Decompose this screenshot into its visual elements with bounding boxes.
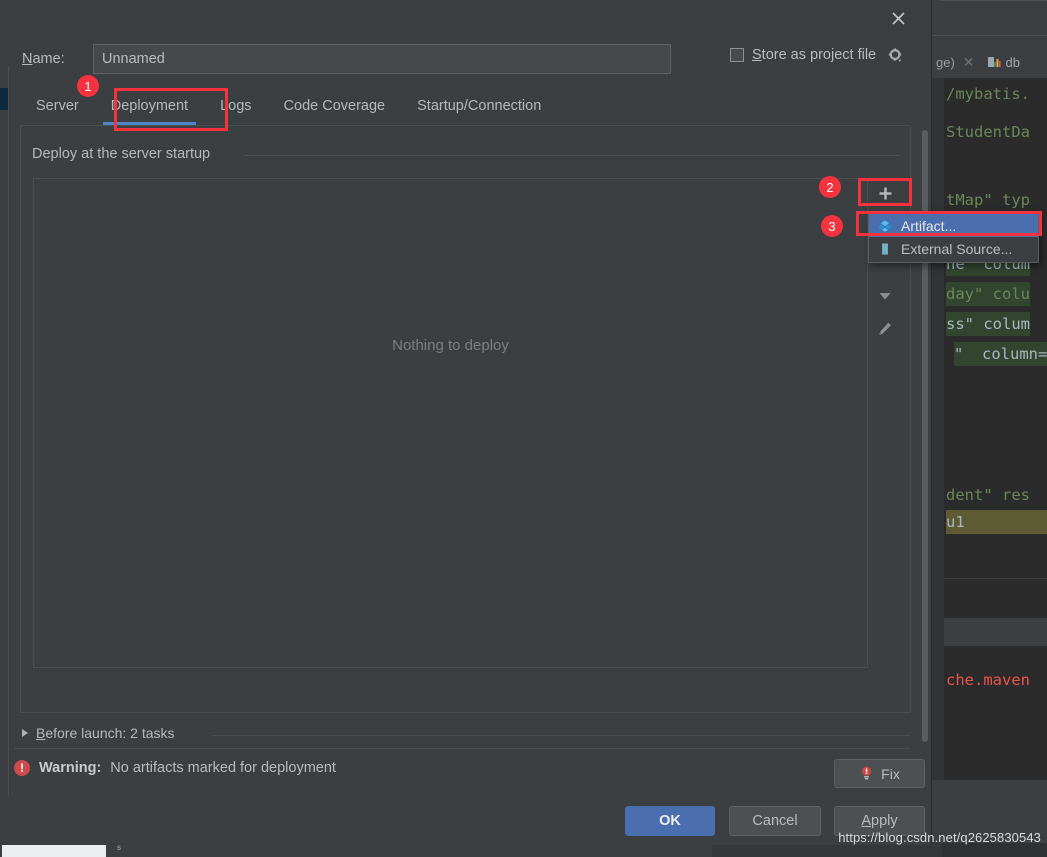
menu-item-label: Artifact...	[901, 217, 957, 234]
empty-state-text: Nothing to deploy	[392, 337, 509, 354]
ok-button[interactable]: OK	[625, 806, 715, 836]
edit-button[interactable]	[868, 316, 902, 342]
ide-db-tab-label[interactable]: db	[1006, 55, 1020, 70]
code-line: day" colu	[946, 282, 1030, 306]
section-title: Deploy at the server startup	[32, 146, 219, 162]
close-icon[interactable]: ✕	[963, 54, 975, 71]
name-row: Name: Store as project file	[0, 44, 931, 78]
menu-item-artifact[interactable]: Artifact...	[869, 214, 1038, 237]
chevron-right-icon[interactable]	[22, 729, 28, 737]
move-down-button[interactable]	[868, 283, 902, 309]
os-taskbar[interactable]	[0, 843, 1047, 857]
ide-code-editor[interactable]: /mybatis. StudentDa tMap" typ ne colum d…	[944, 78, 1047, 780]
taskbar-item[interactable]	[168, 843, 573, 857]
add-dropdown-menu[interactable]: Artifact... External Source...	[868, 211, 1039, 263]
ide-tabbar-divider	[930, 35, 1047, 36]
code-line: tMap" typ	[946, 191, 1030, 209]
taskbar-item[interactable]	[572, 843, 713, 857]
tab-server[interactable]: Server	[20, 94, 95, 121]
code-line: " column=	[954, 342, 1047, 366]
tab-code-coverage[interactable]: Code Coverage	[268, 94, 402, 121]
taskbar-item[interactable]	[712, 843, 943, 857]
run-debug-configurations-dialog: Name: Store as project file	[0, 0, 1039, 845]
pencil-icon	[879, 322, 891, 335]
watermark: https://blog.csdn.net/q2625830543	[838, 830, 1041, 845]
tab-deployment[interactable]: Deployment	[95, 94, 204, 125]
before-launch-row[interactable]: Before launch: 2 tasks	[22, 725, 175, 741]
taskbar-tiny-label: s	[117, 843, 121, 852]
artifact-diamond-icon	[877, 218, 893, 234]
before-launch-label: Before launch: 2 tasks	[36, 725, 175, 741]
deploy-list-box[interactable]: Nothing to deploy	[33, 178, 868, 668]
store-as-project-file-checkbox[interactable]	[730, 48, 744, 62]
store-as-project-file-label: Store as project file	[752, 47, 877, 63]
menu-item-external-source[interactable]: External Source...	[869, 237, 1038, 260]
dialog-tabs[interactable]: Server Deployment Logs Code Coverage Sta…	[20, 94, 910, 126]
taskbar-active-window[interactable]	[2, 845, 106, 857]
name-input[interactable]	[93, 44, 671, 74]
screen-root: ge) ✕ db /mybatis. StudentDa tMap" typ n…	[0, 0, 1047, 857]
code-line: dent" res	[946, 486, 1030, 504]
ide-editor-tabbar[interactable]: ge) ✕ db	[930, 46, 1047, 78]
section-divider	[244, 155, 900, 156]
chevron-down-icon	[879, 293, 891, 300]
annotation-badge-2: 2	[819, 176, 841, 198]
footer-divider	[14, 748, 910, 749]
gear-icon[interactable]	[888, 47, 903, 63]
annotation-badge-3: 3	[821, 215, 843, 237]
tab-startup-connection[interactable]: Startup/Connection	[401, 94, 557, 121]
ide-tab-label[interactable]: ge)	[936, 55, 955, 70]
menu-item-label: External Source...	[901, 240, 1013, 257]
name-label: Name:	[22, 51, 65, 67]
code-line: che.maven	[946, 671, 1030, 689]
store-as-project-file-row[interactable]: Store as project file	[730, 47, 903, 63]
dialog-titlebar	[0, 0, 931, 36]
code-line: StudentDa	[946, 123, 1030, 141]
fix-button-label: Fix	[881, 765, 900, 782]
warning-icon: !	[14, 760, 30, 776]
annotation-badge-1: 1	[77, 75, 99, 97]
code-line: u1	[946, 510, 1047, 534]
ide-top-divider	[940, 0, 1047, 1]
cancel-button[interactable]: Cancel	[729, 806, 821, 836]
warning-message: No artifacts marked for deployment	[110, 760, 336, 776]
code-line: ss" colum	[946, 312, 1030, 336]
taskbar-item[interactable]	[942, 843, 1047, 857]
dialog-footer: OK Cancel Apply	[0, 806, 931, 836]
warning-prefix: Warning:	[39, 760, 102, 776]
fix-button[interactable]: Fix	[834, 759, 925, 788]
code-line: /mybatis.	[946, 85, 1030, 103]
dialog-left-divider	[8, 66, 9, 796]
lightbulb-warning-icon	[859, 766, 874, 782]
warning-row: ! Warning: No artifacts marked for deplo…	[14, 760, 336, 776]
tab-logs[interactable]: Logs	[204, 94, 267, 121]
close-icon[interactable]	[883, 3, 913, 33]
database-chart-icon	[987, 55, 1001, 69]
ide-gutter	[930, 78, 944, 780]
add-button[interactable]	[868, 180, 902, 206]
before-launch-divider	[212, 735, 910, 736]
plus-icon	[879, 187, 891, 199]
external-source-icon	[877, 241, 893, 257]
